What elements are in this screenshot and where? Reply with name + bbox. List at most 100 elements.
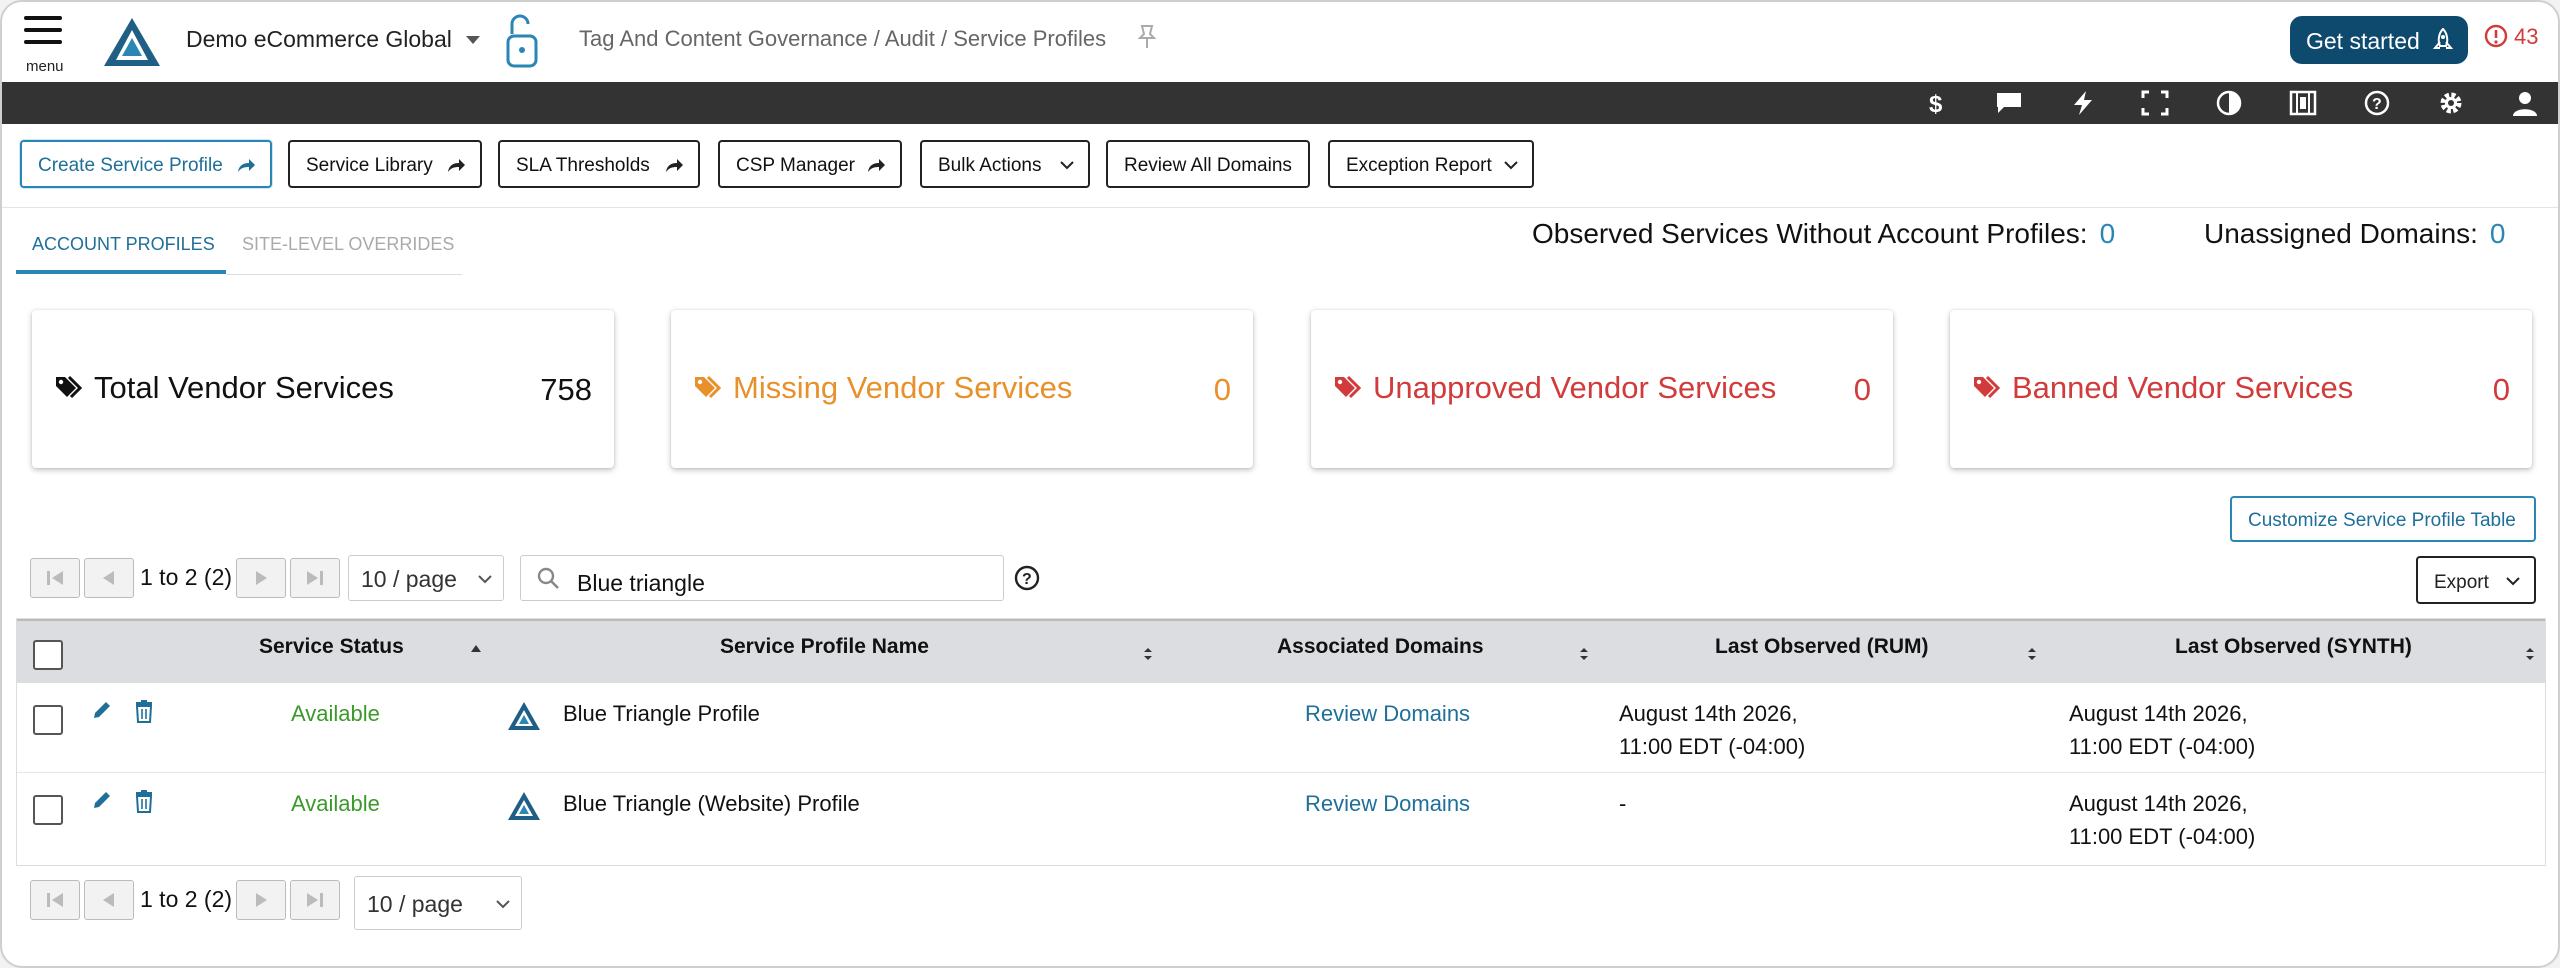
- service-library-button[interactable]: Service Library: [288, 140, 482, 188]
- sort-icon[interactable]: [2027, 647, 2037, 661]
- blue-triangle-logo-icon[interactable]: [102, 16, 162, 68]
- exception-report-button[interactable]: Exception Report: [1328, 140, 1534, 188]
- customize-table-button[interactable]: Customize Service Profile Table: [2230, 496, 2536, 542]
- table-header: Service Status Service Profile Name Asso…: [17, 619, 2545, 686]
- account-name[interactable]: Demo eCommerce Global: [186, 26, 452, 53]
- row-checkbox[interactable]: [33, 795, 63, 825]
- prev-page-icon: [103, 893, 114, 907]
- menu-button[interactable]: menu: [24, 16, 68, 76]
- tags-icon: [1335, 375, 1362, 399]
- last-page-icon: [307, 893, 323, 907]
- account-dropdown-icon[interactable]: [466, 36, 480, 44]
- alert-counter[interactable]: 43: [2484, 24, 2538, 56]
- sort-icon[interactable]: [2525, 647, 2535, 661]
- trash-icon[interactable]: [133, 789, 155, 813]
- review-all-domains-button[interactable]: Review All Domains: [1106, 140, 1310, 188]
- last-observed-synth: August 14th 2026, 11:00 EDT (-04:00): [2069, 701, 2256, 759]
- card-unapproved-vendor-services[interactable]: Unapproved Vendor Services 0: [1311, 310, 1893, 468]
- column-header-associated-domains[interactable]: Associated Domains: [1277, 635, 1484, 659]
- tab-divider: [226, 274, 462, 275]
- help-icon[interactable]: ?: [2362, 89, 2392, 117]
- column-header-service-status[interactable]: Service Status: [259, 635, 404, 659]
- first-page-button[interactable]: [30, 558, 80, 598]
- prev-page-icon: [103, 571, 114, 585]
- active-tab-indicator: [16, 270, 226, 274]
- bulk-actions-button[interactable]: Bulk Actions: [920, 140, 1090, 188]
- svg-text:?: ?: [2372, 96, 2382, 113]
- card-missing-vendor-services[interactable]: Missing Vendor Services 0: [671, 310, 1253, 468]
- card-value: 0: [2492, 372, 2510, 407]
- last-page-button[interactable]: [290, 880, 340, 920]
- column-header-last-observed-synth[interactable]: Last Observed (SYNTH): [2175, 635, 2412, 659]
- contrast-icon[interactable]: [2214, 89, 2244, 117]
- next-page-button[interactable]: [236, 558, 286, 598]
- last-page-button[interactable]: [290, 558, 340, 598]
- film-icon[interactable]: [2288, 89, 2318, 117]
- chevron-down-icon: [1060, 161, 1074, 170]
- utility-toolbar: $ ?: [2, 82, 2558, 124]
- prev-page-button[interactable]: [84, 558, 134, 598]
- rocket-icon: [2432, 28, 2454, 49]
- per-page-select[interactable]: 10 / page: [354, 876, 522, 930]
- tags-icon: [695, 375, 722, 399]
- observed-services-count[interactable]: 0: [2100, 218, 2116, 249]
- breadcrumb: Tag And Content Governance / Audit / Ser…: [579, 26, 1107, 51]
- service-status: Available: [291, 701, 380, 726]
- chat-icon[interactable]: [1994, 89, 2024, 117]
- column-header-last-observed-rum[interactable]: Last Observed (RUM): [1715, 635, 1929, 659]
- export-button[interactable]: Export: [2416, 556, 2536, 604]
- search-input[interactable]: [520, 555, 1004, 601]
- unassigned-domains-summary: Unassigned Domains: 0: [2204, 218, 2506, 249]
- sort-icon[interactable]: [1143, 647, 1153, 661]
- pin-icon[interactable]: [1136, 24, 1158, 50]
- column-header-service-profile-name[interactable]: Service Profile Name: [720, 635, 929, 659]
- observed-services-summary: Observed Services Without Account Profil…: [1532, 218, 2116, 249]
- next-page-icon: [256, 571, 267, 585]
- get-started-button[interactable]: Get started: [2290, 16, 2468, 64]
- review-domains-link[interactable]: Review Domains: [1305, 697, 1470, 730]
- next-page-button[interactable]: [236, 880, 286, 920]
- tab-site-level-overrides[interactable]: SITE-LEVEL OVERRIDES: [242, 234, 454, 255]
- top-header: menu Demo eCommerce Global Tag And Conte…: [2, 2, 2558, 82]
- tab-account-profiles[interactable]: ACCOUNT PROFILES: [32, 234, 215, 255]
- edit-pencil-icon[interactable]: [91, 789, 113, 811]
- unassigned-domains-count[interactable]: 0: [2490, 218, 2506, 249]
- row-checkbox[interactable]: [33, 705, 63, 735]
- help-icon[interactable]: ?: [1014, 565, 1040, 591]
- action-bar: Create Service Profile Service Library S…: [2, 124, 2558, 208]
- trash-icon[interactable]: [133, 699, 155, 723]
- create-service-profile-button[interactable]: Create Service Profile: [20, 140, 272, 188]
- chevron-down-icon: [496, 900, 510, 909]
- chevron-down-icon: [478, 575, 492, 584]
- unlock-icon[interactable]: [504, 10, 540, 70]
- svg-text:$: $: [1929, 91, 1943, 117]
- user-icon[interactable]: [2510, 89, 2540, 117]
- lightning-icon[interactable]: [2068, 89, 2098, 117]
- sort-ascending-icon[interactable]: [471, 645, 481, 652]
- edit-pencil-icon[interactable]: [91, 699, 113, 721]
- service-status: Available: [291, 791, 380, 816]
- dollar-icon[interactable]: $: [1920, 89, 1950, 117]
- search-icon: [537, 567, 559, 589]
- review-domains-link[interactable]: Review Domains: [1305, 787, 1470, 820]
- first-page-button[interactable]: [30, 880, 80, 920]
- select-all-checkbox[interactable]: [33, 640, 63, 670]
- last-page-icon: [307, 571, 323, 585]
- csp-manager-button[interactable]: CSP Manager: [718, 140, 902, 188]
- card-total-vendor-services[interactable]: Total Vendor Services 758: [32, 310, 614, 468]
- sort-icon[interactable]: [1579, 647, 1589, 661]
- per-page-select[interactable]: 10 / page: [348, 555, 504, 601]
- first-page-icon: [47, 571, 63, 585]
- service-profile-name: Blue Triangle (Website) Profile: [563, 791, 860, 816]
- prev-page-button[interactable]: [84, 880, 134, 920]
- tags-icon: [56, 375, 83, 399]
- card-value: 0: [1853, 372, 1871, 407]
- blue-triangle-logo-icon: [508, 702, 540, 730]
- sla-thresholds-button[interactable]: SLA Thresholds: [498, 140, 700, 188]
- share-arrow-icon: [238, 159, 255, 172]
- card-banned-vendor-services[interactable]: Banned Vendor Services 0: [1950, 310, 2532, 468]
- gear-icon[interactable]: [2436, 89, 2466, 117]
- chevron-down-icon: [1504, 161, 1518, 170]
- fullscreen-icon[interactable]: [2140, 89, 2170, 117]
- alert-count: 43: [2514, 24, 2539, 49]
